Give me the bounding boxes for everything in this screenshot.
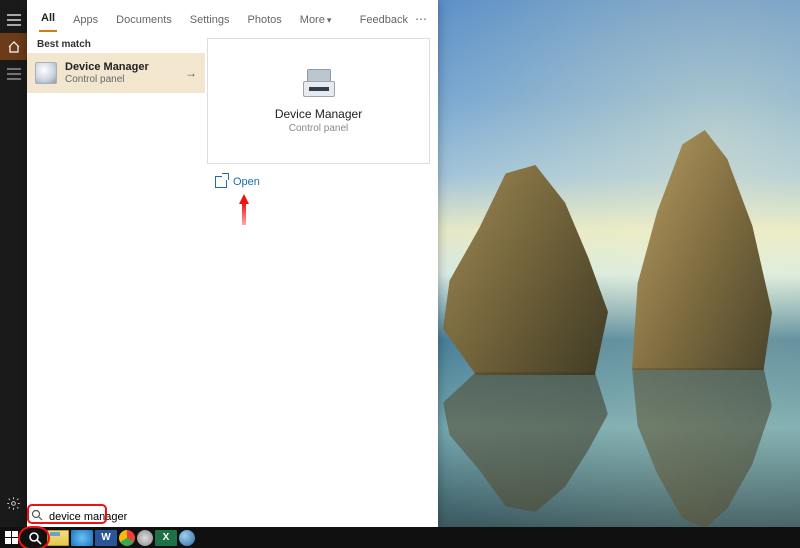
detail-card: Device Manager Control panel: [207, 38, 430, 164]
tab-photos[interactable]: Photos: [246, 14, 284, 32]
taskbar: W X: [0, 527, 800, 548]
detail-pane: Device Manager Control panel Open: [205, 32, 438, 527]
tab-documents[interactable]: Documents: [114, 14, 174, 32]
search-icon: [31, 509, 49, 524]
taskbar-settings[interactable]: [137, 530, 153, 546]
chevron-down-icon: ▾: [327, 15, 332, 25]
open-icon: [215, 176, 227, 188]
feedback-link[interactable]: Feedback: [360, 14, 408, 26]
taskbar-app-blue[interactable]: [179, 530, 195, 546]
tab-settings[interactable]: Settings: [188, 14, 232, 32]
device-manager-large-icon: [299, 69, 339, 99]
hamburger-icon[interactable]: [0, 6, 27, 33]
start-left-rail: [0, 0, 27, 527]
action-open[interactable]: Open: [211, 172, 426, 192]
more-options-icon[interactable]: ⋯: [415, 12, 428, 26]
tab-apps[interactable]: Apps: [71, 14, 100, 32]
tab-all[interactable]: All: [39, 12, 57, 32]
taskbar-search-button[interactable]: [23, 527, 46, 548]
result-title: Device Manager: [65, 61, 149, 73]
detail-subtitle: Control panel: [289, 123, 348, 134]
search-input[interactable]: [49, 506, 438, 527]
settings-icon[interactable]: [0, 490, 27, 517]
chevron-right-icon[interactable]: →: [185, 66, 197, 80]
taskbar-browser-ie[interactable]: [71, 530, 93, 546]
device-manager-icon: [35, 62, 57, 84]
windows-logo-icon: [5, 531, 18, 544]
home-icon[interactable]: [0, 33, 27, 60]
section-best-match: Best match: [27, 36, 205, 53]
start-button[interactable]: [0, 527, 23, 548]
action-open-label: Open: [233, 176, 260, 188]
search-tabs: All Apps Documents Settings Photos More▾…: [27, 0, 438, 32]
list-icon[interactable]: [0, 60, 27, 87]
tab-more-label: More: [300, 14, 325, 26]
taskbar-word[interactable]: W: [95, 530, 117, 546]
results-column: Best match Device Manager Control panel …: [27, 32, 205, 527]
result-subtitle: Control panel: [65, 74, 149, 85]
detail-title: Device Manager: [275, 107, 362, 121]
taskbar-chrome[interactable]: [119, 530, 135, 546]
search-panel: All Apps Documents Settings Photos More▾…: [27, 0, 438, 527]
tab-more[interactable]: More▾: [298, 14, 334, 32]
search-box[interactable]: [27, 506, 438, 527]
taskbar-file-explorer[interactable]: [47, 530, 69, 546]
taskbar-excel[interactable]: X: [155, 530, 177, 546]
result-device-manager[interactable]: Device Manager Control panel →: [27, 53, 205, 93]
